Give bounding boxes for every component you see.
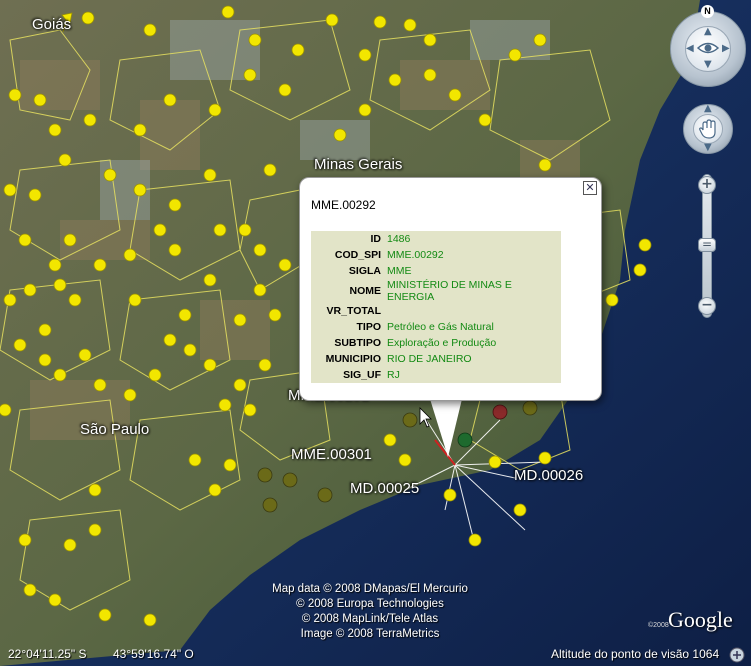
balloon-tail: [430, 399, 462, 457]
north-indicator[interactable]: N: [701, 5, 714, 18]
attribute-value: Petróleo e Gás Natural: [387, 321, 494, 333]
attribute-key: SIGLA: [348, 265, 381, 277]
map-viewport[interactable]: Goiás Minas Gerais São Paulo MME.00301 M…: [0, 0, 751, 666]
look-right-icon[interactable]: ▶: [722, 44, 730, 54]
map-credits: Map data © 2008 DMapas/El Mercurio © 200…: [240, 582, 500, 642]
copyright-small: ©2008: [648, 622, 669, 629]
attribute-row: SIGLA MME: [311, 263, 561, 279]
credit-line: © 2008 MapLink/Tele Atlas: [301, 613, 439, 625]
attribute-row: NOME MINISTÉRIO DE MINAS E ENERGIA: [311, 279, 561, 303]
look-up-icon[interactable]: ▲: [704, 27, 712, 37]
zoom-in-button[interactable]: +: [698, 176, 716, 194]
pin-label-md-00025[interactable]: MD.00025: [350, 480, 419, 497]
zoom-out-button[interactable]: −: [698, 297, 716, 315]
balloon-title: MME.00292: [311, 198, 376, 212]
status-bar: 22°04'11.25" S 43°59'16.74" O Altitude d…: [0, 647, 751, 666]
attribute-key: NOME: [349, 285, 382, 297]
place-label-sao-paulo: São Paulo: [80, 421, 150, 438]
eye-icon: [696, 42, 720, 54]
attribute-key: TIPO: [356, 321, 381, 333]
red-pin-icon[interactable]: [492, 404, 508, 420]
attribute-key: ID: [370, 233, 382, 245]
look-left-icon[interactable]: ◀: [686, 44, 694, 54]
attribute-value: [384, 303, 561, 319]
close-icon[interactable]: ✕: [583, 181, 597, 195]
attribute-key: SIG_UF: [343, 369, 381, 381]
attribute-row: SUBTIPO Exploração e Produção: [311, 335, 561, 351]
attribute-value: 1486: [387, 233, 411, 245]
pin-label-md-00026[interactable]: MD.00026: [514, 467, 583, 484]
credit-line: Map data © 2008 DMapas/El Mercurio: [272, 583, 468, 595]
attribute-row: COD_SPI MME.00292: [311, 247, 561, 263]
place-label-minas-gerais: Minas Gerais: [314, 156, 403, 173]
attribute-key: COD_SPI: [334, 249, 381, 261]
altitude-readout: Altitude do ponto de visão 1064: [551, 647, 720, 661]
place-label-goias: Goiás: [32, 16, 72, 33]
attribute-value: MINISTÉRIO DE MINAS E ENERGIA: [387, 279, 512, 303]
move-down-icon[interactable]: ▼: [704, 143, 712, 153]
attribute-key: MUNICIPIO: [325, 353, 381, 365]
credit-line: Image © 2008 TerraMetrics: [300, 628, 440, 640]
attribute-row: SIG_UF RJ: [311, 367, 561, 383]
streaming-icon: [729, 647, 745, 663]
zoom-slider-thumb[interactable]: =: [698, 238, 716, 252]
google-logo: Google: [668, 607, 733, 632]
attribute-row: TIPO Petróleo e Gás Natural: [311, 319, 561, 335]
attribute-value: Exploração e Produção: [387, 337, 497, 349]
attribute-key: SUBTIPO: [334, 337, 381, 349]
attribute-key: VR_TOTAL: [326, 305, 381, 317]
latitude-readout: 22°04'11.25" S: [8, 647, 87, 661]
attribute-value: MME.00292: [387, 249, 444, 261]
hand-icon: [699, 119, 716, 139]
credit-line: © 2008 Europa Technologies: [296, 598, 444, 610]
attribute-value: MME: [387, 265, 412, 277]
move-up-icon[interactable]: ▲: [704, 104, 712, 114]
info-balloon[interactable]: MME.00292 ✕ ID 1486 COD_SPI MME.00292 SIGLA M…: [299, 177, 602, 401]
attribute-row: VR_TOTAL: [311, 303, 561, 319]
attribute-value: RIO DE JANEIRO: [387, 353, 472, 365]
longitude-readout: 43°59'16.74" O: [113, 647, 194, 661]
look-down-icon[interactable]: ▼: [704, 60, 712, 70]
pin-label-mme-00301[interactable]: MME.00301: [291, 446, 372, 463]
attribute-row: ID 1486: [311, 231, 561, 247]
attribute-row: MUNICIPIO RIO DE JANEIRO: [311, 351, 561, 367]
attribute-value: RJ: [387, 369, 400, 381]
attribute-table: ID 1486 COD_SPI MME.00292 SIGLA MME NOME MINIST…: [311, 231, 561, 383]
